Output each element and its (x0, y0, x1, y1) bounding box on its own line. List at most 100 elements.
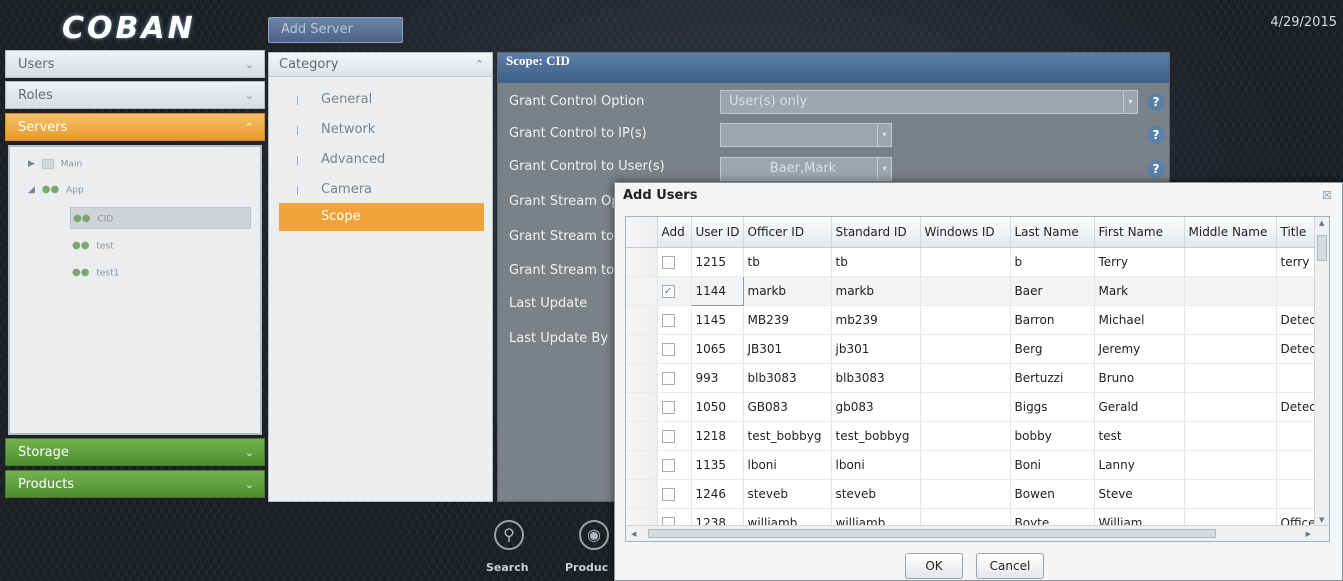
help-icon[interactable]: ? (1147, 126, 1165, 144)
user-id-cell: 1135 (691, 450, 744, 480)
grant-control-ip-select[interactable]: ▾ (720, 123, 892, 147)
tree-node-test[interactable]: ●● test (72, 235, 114, 257)
dock-search-label[interactable]: Search (486, 561, 529, 574)
table-row[interactable]: 993 blb3083 blb3083 Bertuzzi Bruno (626, 363, 1327, 393)
tree-node-app[interactable]: ◢ ●● App (28, 179, 84, 201)
checkbox[interactable] (661, 429, 675, 443)
table-row[interactable]: 1218 test_bobbyg test_bobbyg bobby test (626, 421, 1327, 451)
cancel-button[interactable]: Cancel (976, 553, 1044, 579)
accordion-roles[interactable]: Roles ⌄ (5, 81, 265, 109)
checkbox[interactable] (661, 400, 675, 414)
accordion-products[interactable]: Products ⌄ (5, 470, 265, 498)
table-row[interactable]: ✓ 1144 markb markb Baer Mark (626, 275, 1327, 306)
windows-id-cell (920, 334, 1011, 364)
officer-id-cell: JB301 (743, 334, 832, 364)
grant-control-user-select[interactable]: Baer,Mark ▾ (720, 157, 892, 181)
tree-node-main[interactable]: ▶ Main (28, 153, 82, 175)
column-header-user-id[interactable]: User ID (691, 217, 744, 248)
standard-id-cell: test_bobbyg (831, 421, 921, 451)
ok-button[interactable]: OK (905, 553, 963, 579)
table-row[interactable]: 1135 lboni lboni Boni Lanny (626, 450, 1327, 480)
scroll-down-arrow-icon[interactable]: ▼ (1319, 516, 1324, 524)
collapse-arrow-icon[interactable]: ◢ (28, 179, 35, 201)
tree-node-test1[interactable]: ●● test1 (72, 262, 119, 284)
standard-id-cell: markb (831, 276, 921, 306)
table-row[interactable]: 1065 JB301 jb301 Berg Jeremy Detec (626, 334, 1327, 364)
products-icon[interactable]: ◉ (579, 520, 609, 550)
search-icon[interactable]: ⚲ (494, 520, 524, 550)
column-header-middle-name[interactable]: Middle Name (1184, 217, 1277, 248)
accordion-users[interactable]: Users ⌄ (5, 50, 265, 78)
officer-id-cell: tb (743, 247, 832, 277)
tree-node-label: test1 (96, 268, 120, 279)
add-cell (657, 363, 692, 393)
last-name-cell: bobby (1010, 421, 1095, 451)
tree-node-cid[interactable]: ●● CID (70, 207, 251, 229)
table-row[interactable]: 1246 steveb steveb Bowen Steve (626, 479, 1327, 509)
standard-id-cell: jb301 (831, 334, 921, 364)
column-header-first-name[interactable]: First Name (1094, 217, 1185, 248)
windows-id-cell (920, 479, 1011, 509)
close-icon[interactable]: ☒ (1322, 189, 1332, 202)
column-header-windows-id[interactable]: Windows ID (920, 217, 1011, 248)
accordion-servers[interactable]: Servers ⌃ (5, 113, 265, 141)
user-id-cell: 1145 (691, 305, 744, 335)
checkbox[interactable] (661, 342, 675, 356)
category-header[interactable]: Category ⌃ (269, 53, 492, 77)
table-row[interactable]: 1145 MB239 mb239 Barron Michael Detec (626, 305, 1327, 335)
row-header-cell[interactable] (626, 392, 658, 422)
column-header-officer-id[interactable]: Officer ID (743, 217, 832, 248)
checkbox[interactable] (661, 313, 675, 327)
column-header-last-name[interactable]: Last Name (1010, 217, 1095, 248)
grant-control-user-value: Baer,Mark (769, 161, 837, 176)
field-label: Grant Control Option (509, 94, 645, 109)
row-header-cell[interactable] (626, 450, 658, 480)
scroll-up-arrow-icon[interactable]: ▲ (1319, 219, 1324, 227)
category-item-camera[interactable]: Camera (269, 176, 486, 204)
checkbox[interactable] (661, 255, 675, 269)
scroll-left-arrow-icon[interactable]: ◀ (631, 530, 636, 538)
row-header-cell[interactable] (626, 363, 658, 393)
first-name-cell: Bruno (1094, 363, 1185, 393)
first-name-cell: test (1094, 421, 1185, 451)
last-name-cell: Baer (1010, 276, 1095, 306)
horizontal-scrollbar[interactable]: ◀ ▶ (626, 525, 1329, 541)
table-row[interactable]: 1215 tb tb b Terry terry (626, 247, 1327, 277)
vertical-scroll-thumb[interactable] (1317, 235, 1327, 261)
add-server-button[interactable]: Add Server (268, 17, 403, 43)
expand-arrow-icon[interactable]: ▶ (28, 153, 35, 175)
scroll-right-arrow-icon[interactable]: ▶ (1306, 530, 1311, 538)
table-row[interactable]: 1050 GB083 gb083 Biggs Gerald Detec (626, 392, 1327, 422)
vertical-scrollbar[interactable]: ▲ ▼ (1314, 217, 1329, 526)
category-item-scope[interactable]: Scope (279, 203, 484, 231)
middle-name-cell (1184, 363, 1277, 393)
category-item-general[interactable]: General (269, 86, 486, 114)
row-header-cell[interactable] (626, 305, 658, 335)
grant-control-option-select[interactable]: User(s) only ▾ (720, 90, 1138, 114)
help-icon[interactable]: ? (1147, 93, 1165, 111)
help-icon[interactable]: ? (1147, 160, 1165, 178)
checkbox[interactable] (661, 458, 675, 472)
last-name-cell: Biggs (1010, 392, 1095, 422)
category-item-network[interactable]: Network (269, 116, 486, 144)
row-header-cell[interactable] (626, 276, 658, 306)
column-header-add[interactable]: Add (657, 217, 692, 248)
row-header-cell[interactable] (626, 479, 658, 509)
horizontal-scroll-thumb[interactable] (648, 529, 1216, 538)
checkbox-checked[interactable]: ✓ (661, 284, 675, 298)
accordion-storage[interactable]: Storage ⌄ (5, 438, 265, 466)
accordion-users-label: Users (18, 57, 55, 72)
dock-products-label[interactable]: Produc (565, 561, 608, 574)
windows-id-cell (920, 305, 1011, 335)
checkbox[interactable] (661, 487, 675, 501)
category-item-advanced[interactable]: Advanced (269, 146, 486, 174)
checkbox[interactable] (661, 371, 675, 385)
row-header-cell[interactable] (626, 421, 658, 451)
column-header-standard-id[interactable]: Standard ID (831, 217, 921, 248)
row-header-cell[interactable] (626, 334, 658, 364)
scope-title: Scope: CID (498, 53, 1169, 83)
field-label: Grant Stream to (509, 263, 615, 278)
row-header-cell[interactable] (626, 247, 658, 277)
standard-id-cell: mb239 (831, 305, 921, 335)
accordion-servers-label: Servers (18, 120, 68, 135)
